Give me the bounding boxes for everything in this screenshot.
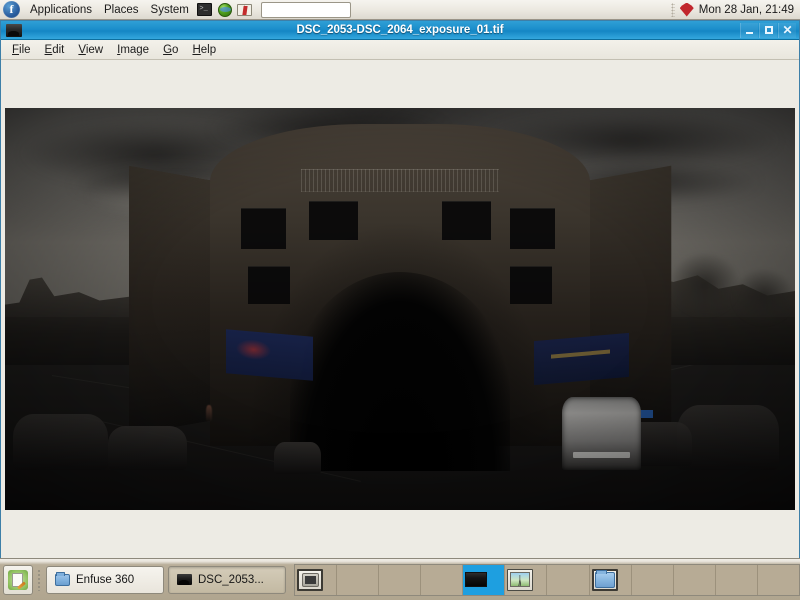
maximize-button[interactable] — [759, 22, 777, 38]
top-panel-right: Mon 28 Jan, 21:49 — [670, 0, 800, 20]
photo-central-building — [210, 124, 590, 472]
workspace-3[interactable] — [379, 564, 422, 595]
desktop: f Applications Places System Mon 28 Jan,… — [0, 0, 800, 600]
image-viewer-window: DSC_2053-DSC_2064_exposure_01.tif ✕ File… — [0, 20, 800, 558]
ruby-gem-tray-icon[interactable] — [679, 2, 694, 17]
top-panel: f Applications Places System Mon 28 Jan,… — [0, 0, 800, 20]
taskbar-item-dsc-2053[interactable]: DSC_2053... — [168, 565, 286, 594]
menu-applications[interactable]: Applications — [24, 1, 98, 19]
show-desktop-button[interactable] — [3, 564, 33, 595]
photo-pedestrian — [206, 405, 213, 422]
workspace-9[interactable] — [632, 564, 674, 595]
window-controls: ✕ — [739, 22, 799, 38]
taskbar-item-label: Enfuse 360 — [76, 573, 135, 586]
workspace-5[interactable] — [463, 564, 506, 595]
workspace-10[interactable] — [674, 564, 716, 595]
panel-applet-grip — [670, 2, 675, 17]
panorama-photograph — [5, 108, 795, 510]
top-panel-left: f Applications Places System — [0, 0, 351, 20]
workspace-11[interactable] — [716, 564, 758, 595]
image-file-icon — [177, 574, 192, 585]
image-canvas[interactable] — [1, 60, 799, 558]
mini-panorama-window[interactable] — [507, 568, 534, 591]
bottom-panel: Enfuse 360 DSC_2053... — [0, 558, 800, 600]
workspace-7[interactable] — [547, 564, 590, 595]
photo-shop-sign-left — [226, 329, 314, 382]
menu-system[interactable]: System — [145, 1, 195, 19]
workspace-12[interactable] — [758, 565, 799, 595]
menu-go[interactable]: Go — [156, 41, 185, 58]
menu-places[interactable]: Places — [98, 1, 145, 19]
menu-help[interactable]: Help — [185, 41, 223, 58]
menu-file[interactable]: File — [5, 41, 38, 58]
close-button[interactable]: ✕ — [778, 22, 796, 38]
taskbar-item-label: DSC_2053... — [198, 573, 264, 586]
workspace-switcher[interactable] — [294, 563, 800, 596]
workspace-6[interactable] — [505, 564, 548, 595]
help-launcher-icon[interactable] — [235, 0, 255, 20]
photo-white-van — [561, 397, 641, 470]
menu-view[interactable]: View — [71, 41, 110, 58]
menu-edit[interactable]: Edit — [38, 41, 72, 58]
image-file-icon — [6, 23, 22, 37]
workspace-8[interactable] — [590, 564, 632, 595]
window-titlebar[interactable]: DSC_2053-DSC_2064_exposure_01.tif ✕ — [1, 21, 799, 40]
photo-shop-sign-right — [534, 332, 630, 386]
window-list-grip — [37, 568, 42, 591]
mini-folder-window[interactable] — [591, 568, 618, 591]
mini-image-window[interactable] — [465, 572, 488, 587]
folder-icon — [55, 571, 70, 586]
minimize-button[interactable] — [740, 22, 758, 38]
window-title: DSC_2053-DSC_2064_exposure_01.tif — [296, 24, 504, 36]
menubar: File Edit View Image Go Help — [1, 40, 799, 60]
mini-terminal-window[interactable] — [297, 568, 323, 591]
workspace-1[interactable] — [295, 564, 338, 595]
clock-applet[interactable]: Mon 28 Jan, 21:49 — [699, 4, 794, 16]
taskbar-item-enfuse-360[interactable]: Enfuse 360 — [46, 565, 164, 594]
menu-image[interactable]: Image — [110, 41, 156, 58]
web-browser-launcher-icon[interactable] — [215, 0, 235, 20]
terminal-launcher-icon[interactable] — [195, 0, 215, 20]
fedora-logo-icon[interactable]: f — [3, 1, 20, 18]
show-desktop-icon — [8, 569, 28, 590]
panel-text-entry[interactable] — [260, 1, 351, 18]
workspace-2[interactable] — [337, 564, 380, 595]
workspace-4[interactable] — [421, 564, 464, 595]
